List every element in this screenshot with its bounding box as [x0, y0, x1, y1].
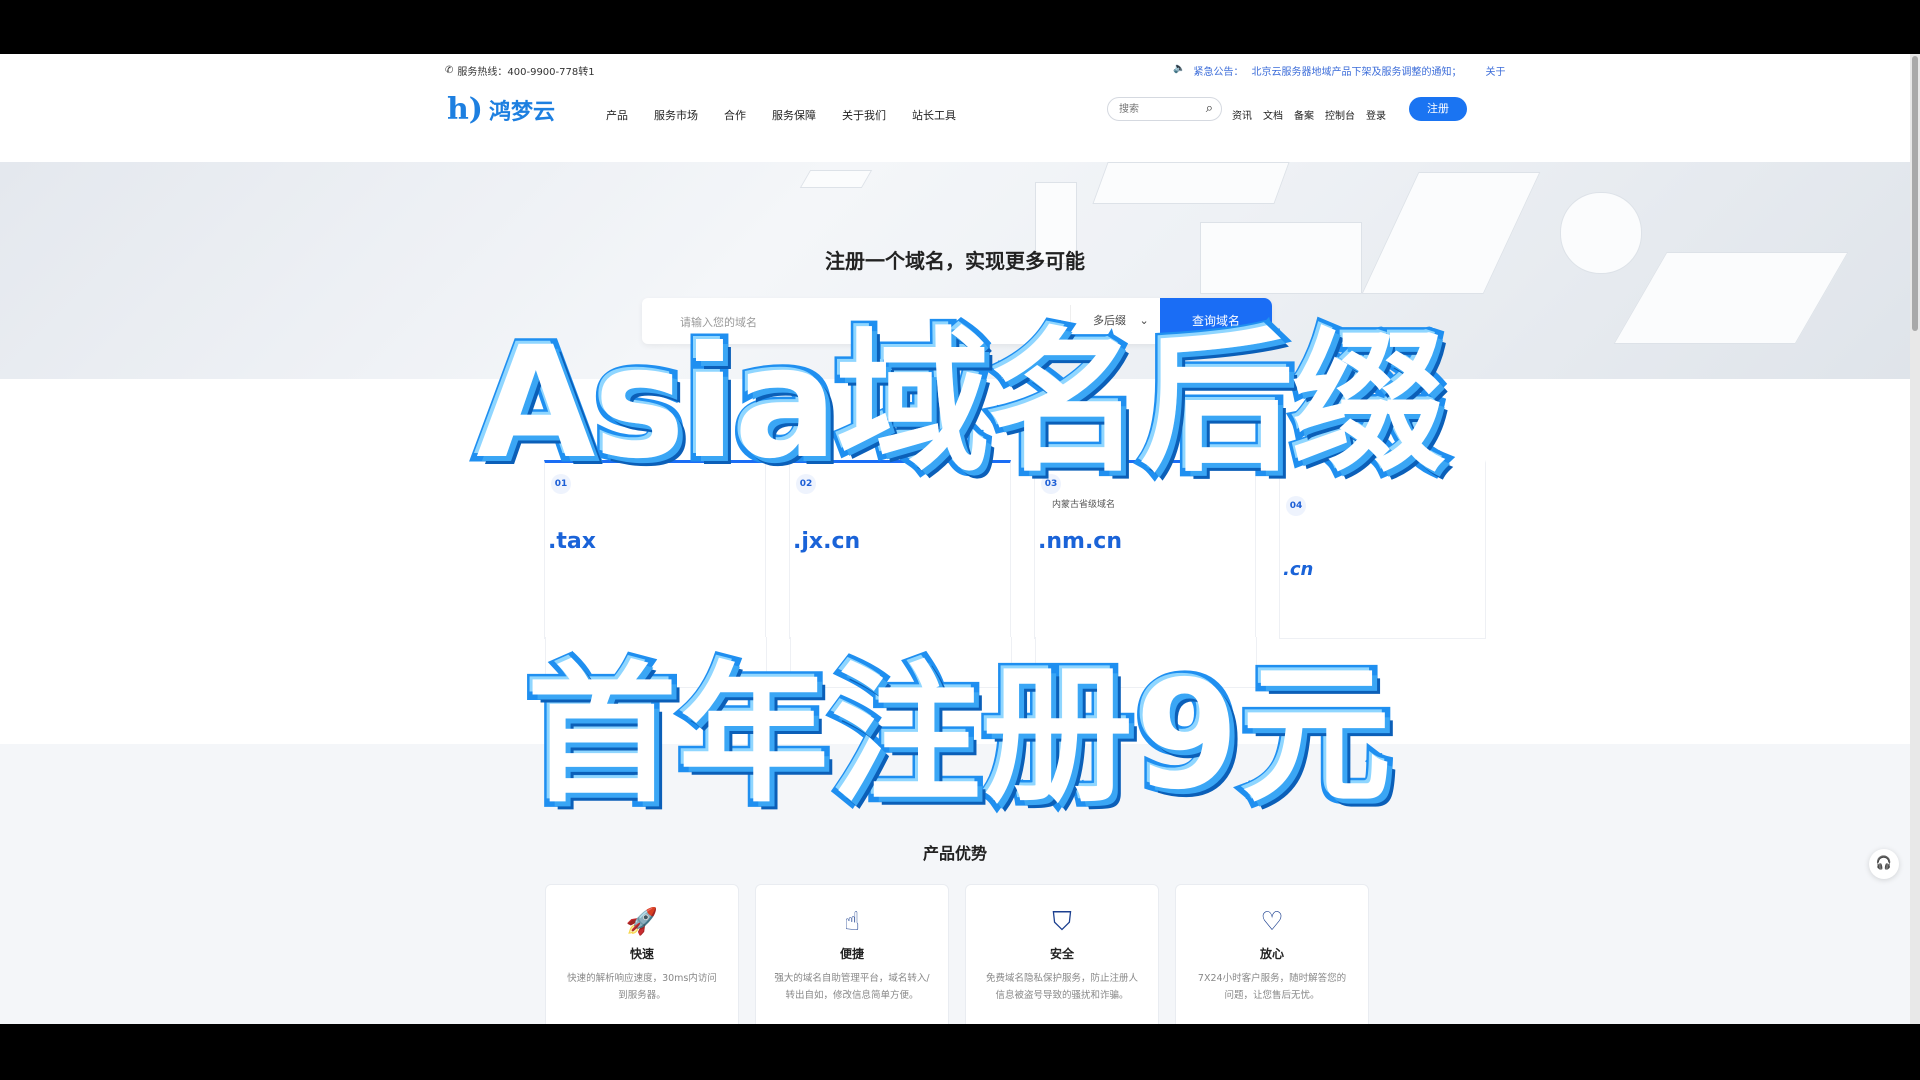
card-domain-name: .cn — [1283, 559, 1314, 580]
nav-item-service[interactable]: 服务保障 — [772, 107, 816, 123]
nav-item-market[interactable]: 服务市场 — [654, 107, 698, 123]
decor-block — [1092, 162, 1290, 204]
header-search-input[interactable] — [1117, 102, 1201, 116]
nav-item-about[interactable]: 关于我们 — [842, 107, 886, 123]
search-icon[interactable]: ⌕ — [1206, 101, 1213, 116]
hotline: ✆ 服务热线：400-9900-778转1 — [445, 63, 595, 78]
speaker-icon: 🔈 — [1173, 63, 1186, 74]
link-login[interactable]: 登录 — [1366, 107, 1386, 122]
decor-block — [799, 170, 873, 188]
logo-mark-icon: h) — [447, 92, 484, 127]
pointer-icon: ☝ — [844, 907, 860, 937]
nav-item-tools[interactable]: 站长工具 — [912, 107, 956, 123]
heart-icon: ♡ — [1260, 907, 1284, 937]
advantage-title: 安全 — [1049, 947, 1074, 961]
notice-link[interactable]: 北京云服务器地域产品下架及服务调整的通知； — [1251, 63, 1461, 78]
header-links: 资讯 文档 备案 控制台 登录 — [1232, 107, 1386, 122]
advantage-desc: 强大的域名自助管理平台，域名转入/转出自如，修改信息简单方便。 — [774, 973, 930, 1001]
advantage-title: 便捷 — [839, 947, 864, 961]
rocket-icon: 🚀 — [625, 907, 659, 937]
card-domain-name: .jx.cn — [793, 529, 861, 554]
customer-service-icon[interactable]: 🎧 — [1869, 849, 1899, 879]
hero-title: 注册一个域名，实现更多可能 — [825, 249, 1085, 273]
advantages-title: 产品优势 — [922, 844, 987, 863]
notice-more-link[interactable]: 关于 — [1485, 63, 1505, 78]
advantage-card: 🚀 快速 快速的解析响应速度，30ms内访问到服务器。 — [545, 884, 739, 1024]
hotline-text: 服务热线：400-9900-778转1 — [457, 67, 595, 78]
advantage-card: ♡ 放心 7X24小时客户服务，随时解答您的问题，让您售后无忧。 — [1175, 884, 1369, 1024]
card-domain-name: .nm.cn — [1038, 529, 1123, 554]
link-news[interactable]: 资讯 — [1232, 107, 1252, 122]
phone-icon: ✆ — [445, 65, 454, 76]
advantage-desc: 免费域名隐私保护服务，防止注册人信息被盗号导致的骚扰和诈骗。 — [985, 973, 1138, 1001]
nav-item-partner[interactable]: 合作 — [724, 107, 746, 123]
decor-block — [1361, 172, 1541, 294]
header-search[interactable]: ⌕ — [1107, 97, 1222, 121]
overlay-title-line1: Asia域名后缀 — [471, 309, 1452, 499]
advantage-desc: 7X24小时客户服务，随时解答您的问题，让您售后无忧。 — [1197, 973, 1347, 1001]
browser-viewport: ✆ 服务热线：400-9900-778转1 🔈 紧急公告： 北京云服务器地域产品… — [0, 54, 1920, 1024]
page-scrollbar[interactable] — [1910, 54, 1920, 1024]
shield-icon: ⛉ — [1052, 907, 1072, 937]
link-filing[interactable]: 备案 — [1294, 107, 1314, 122]
advantage-card: ☝ 便捷 强大的域名自助管理平台，域名转入/转出自如，修改信息简单方便。 — [755, 884, 949, 1024]
link-docs[interactable]: 文档 — [1263, 107, 1283, 122]
overlay-title-line2: 首年注册9元 — [521, 644, 1396, 829]
site-header: h) 鸿梦云 产品 服务市场 合作 服务保障 关于我们 站长工具 ⌕ 资讯 文档… — [0, 82, 1910, 163]
advantage-title: 放心 — [1259, 947, 1284, 961]
link-console[interactable]: 控制台 — [1325, 107, 1355, 122]
card-domain-name: .tax — [548, 529, 596, 554]
advantage-card: ⛉ 安全 免费域名隐私保护服务，防止注册人信息被盗号导致的骚扰和诈骗。 — [965, 884, 1159, 1024]
register-button[interactable]: 注册 — [1409, 97, 1467, 121]
advantage-title: 快速 — [629, 947, 654, 961]
notice-bar[interactable]: 🔈 紧急公告： 北京云服务器地域产品下架及服务调整的通知； 关于 — [1173, 63, 1505, 78]
nav-item-products[interactable]: 产品 — [606, 107, 628, 123]
main-nav: 产品 服务市场 合作 服务保障 关于我们 站长工具 — [606, 107, 956, 123]
logo[interactable]: h) 鸿梦云 — [447, 92, 555, 127]
notice-label: 紧急公告： — [1193, 67, 1244, 78]
logo-text: 鸿梦云 — [489, 99, 556, 125]
advantage-desc: 快速的解析响应速度，30ms内访问到服务器。 — [567, 973, 717, 1001]
top-bar: ✆ 服务热线：400-9900-778转1 🔈 紧急公告： 北京云服务器地域产品… — [0, 54, 1910, 82]
